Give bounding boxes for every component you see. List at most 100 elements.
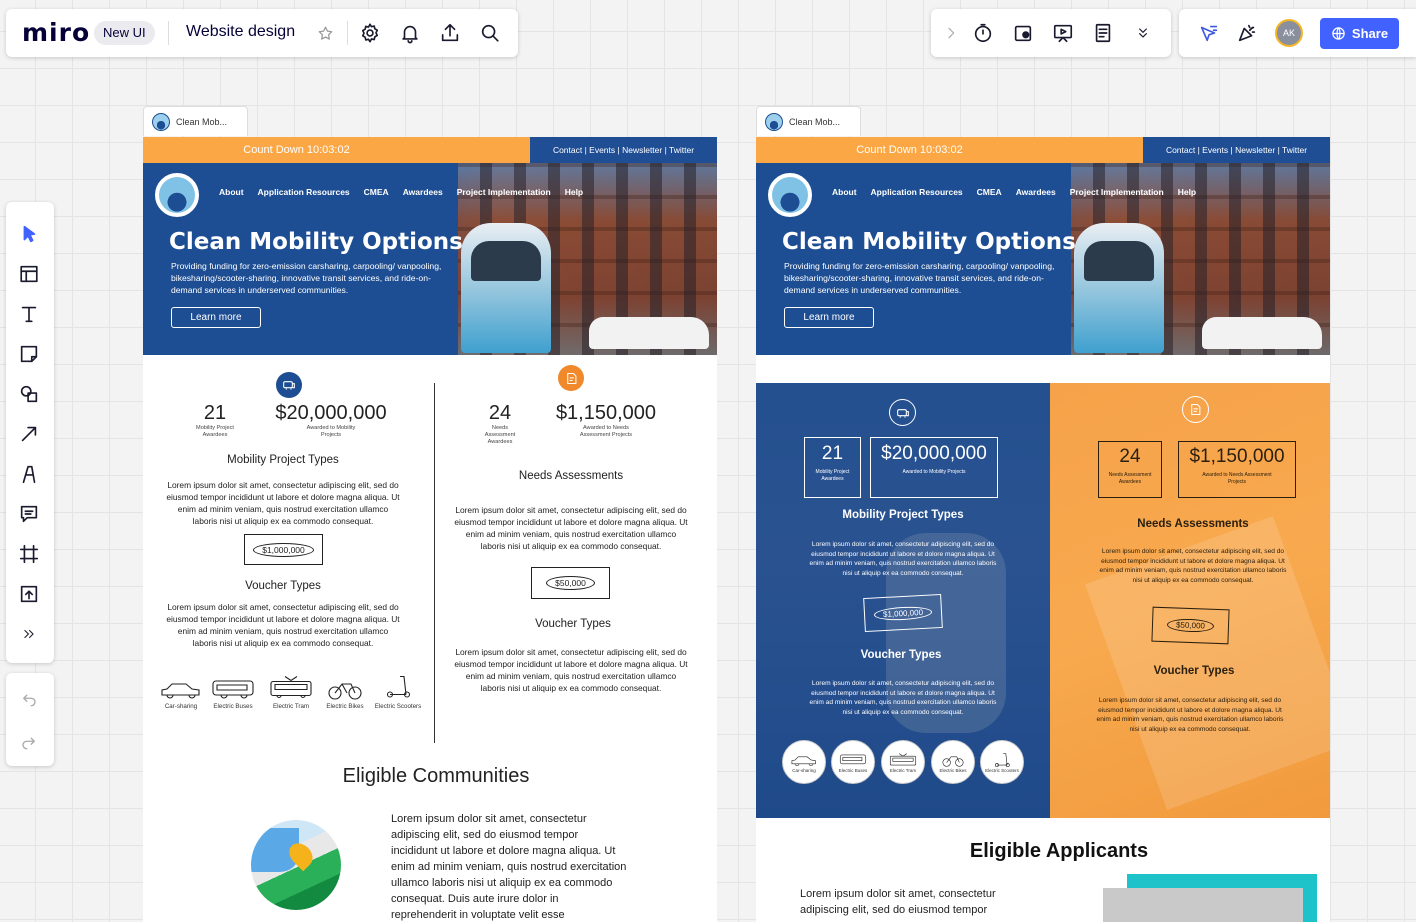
learn-more-button[interactable]: Learn more bbox=[171, 307, 261, 328]
section-title-large: Eligible Communities bbox=[342, 765, 530, 787]
website-frame-light[interactable]: Count Down 10:03:02 Contact | Events | N… bbox=[143, 137, 717, 922]
nav-help[interactable]: Help bbox=[1178, 187, 1196, 197]
share-button[interactable]: Share bbox=[1320, 18, 1399, 49]
money-graphic: $50,000 bbox=[1151, 606, 1230, 645]
miro-logo[interactable]: miro bbox=[22, 18, 90, 47]
bike-icon bbox=[942, 756, 964, 767]
text-icon[interactable] bbox=[15, 300, 43, 328]
bell-icon[interactable] bbox=[396, 19, 424, 47]
table-icon[interactable] bbox=[15, 260, 43, 288]
stat-caption: Needs Assessment Awardees bbox=[484, 425, 516, 445]
frame-tab-label: Clean Mob... bbox=[789, 116, 841, 127]
section-text: Lorem ipsum dolor sit amet, consectetur … bbox=[1096, 697, 1284, 733]
vehicle-label: Car-sharing bbox=[792, 767, 816, 773]
upload-icon[interactable] bbox=[15, 580, 43, 608]
nav-about[interactable]: About bbox=[219, 187, 244, 197]
vehicle-label: Electric Tram bbox=[272, 703, 310, 710]
timer-icon[interactable] bbox=[969, 19, 997, 47]
money-amount: $50,000 bbox=[1166, 618, 1215, 633]
nav-cmea[interactable]: CMEA bbox=[977, 187, 1002, 197]
money-amount: $50,000 bbox=[546, 576, 595, 590]
star-icon[interactable] bbox=[311, 19, 339, 47]
nav-awardees[interactable]: Awardees bbox=[1016, 187, 1056, 197]
more-icon[interactable] bbox=[15, 620, 43, 648]
stat-caption: Mobility Project Awardees bbox=[815, 469, 850, 482]
document-icon bbox=[1182, 396, 1209, 423]
nav-awardees[interactable]: Awardees bbox=[403, 187, 443, 197]
stat-value: $20,000,000 bbox=[275, 402, 387, 424]
nav-about[interactable]: About bbox=[832, 187, 857, 197]
search-icon[interactable] bbox=[476, 19, 504, 47]
vehicle-label: Electric Bikes bbox=[326, 703, 364, 710]
tram-icon bbox=[270, 676, 312, 699]
gear-icon[interactable] bbox=[356, 19, 384, 47]
nav-cmea[interactable]: CMEA bbox=[364, 187, 389, 197]
present-icon[interactable] bbox=[1049, 19, 1077, 47]
upload-icon[interactable] bbox=[436, 19, 464, 47]
countdown-text: Count Down 10:03:02 bbox=[243, 144, 350, 156]
site-logo[interactable] bbox=[153, 171, 201, 219]
website-frame-colored[interactable]: Count Down 10:03:02 Contact | Events | N… bbox=[756, 137, 1330, 922]
vehicle-electric-tram: Electric Tram bbox=[267, 672, 315, 710]
hero-text: Providing funding for zero-emission cars… bbox=[171, 261, 442, 295]
vehicle-label: Electric Tram bbox=[889, 767, 917, 773]
redo-icon[interactable] bbox=[15, 728, 43, 756]
site-nav: About Application Resources CMEA Awardee… bbox=[832, 187, 1196, 197]
new-ui-badge[interactable]: New UI bbox=[94, 21, 155, 45]
frame-thumbnail-icon bbox=[152, 112, 170, 131]
nav-application-resources[interactable]: Application Resources bbox=[258, 187, 350, 197]
nav-application-resources[interactable]: Application Resources bbox=[871, 187, 963, 197]
board-settings-icon[interactable] bbox=[1009, 19, 1037, 47]
top-links[interactable]: Contact | Events | Newsletter | Twitter bbox=[530, 137, 717, 163]
nav-project-implementation[interactable]: Project Implementation bbox=[457, 187, 551, 197]
divider bbox=[168, 21, 169, 45]
frame-icon[interactable] bbox=[15, 540, 43, 568]
chevron-right-icon[interactable] bbox=[937, 19, 965, 47]
top-tools-toolbar bbox=[931, 9, 1171, 57]
celebrate-icon[interactable] bbox=[1233, 19, 1261, 47]
frame-tab[interactable]: Clean Mob... bbox=[756, 106, 861, 136]
stat-caption: Mobility Project Awardees bbox=[196, 425, 234, 438]
shapes-icon[interactable] bbox=[15, 380, 43, 408]
money-amount: $1,000,000 bbox=[253, 542, 314, 557]
section-title: Voucher Types bbox=[1153, 665, 1235, 677]
vehicle-electric-scooters: Electric Scooters bbox=[371, 672, 425, 710]
vehicle-electric-tram: Electric Tram bbox=[881, 740, 925, 784]
board-title[interactable]: Website design bbox=[186, 23, 295, 41]
stat-caption: Awarded to Needs Assessment Projects bbox=[1202, 472, 1272, 485]
vehicle-electric-bikes: Electric Bikes bbox=[321, 677, 369, 710]
frame-tab[interactable]: Clean Mob... bbox=[143, 106, 248, 136]
section-text: Lorem ipsum dolor sit amet, consectetur … bbox=[809, 680, 997, 716]
reactions-cursor-icon[interactable] bbox=[1195, 19, 1223, 47]
stat-awardees: 24 Needs Assessment Awardees bbox=[478, 402, 522, 446]
stat-awardees: 21 Mobility Project Awardees bbox=[193, 402, 237, 439]
undo-icon[interactable] bbox=[15, 685, 43, 713]
double-chevron-down-icon[interactable] bbox=[1129, 19, 1157, 47]
vehicle-label: Car-sharing bbox=[164, 703, 198, 710]
learn-more-button[interactable]: Learn more bbox=[784, 307, 874, 328]
top-left-toolbar: miro New UI Website design bbox=[6, 9, 518, 57]
vehicle-label: Electric Scooters bbox=[985, 767, 1019, 773]
avatar-initials: AK bbox=[1282, 28, 1295, 38]
nav-help[interactable]: Help bbox=[565, 187, 583, 197]
hero-title: Clean Mobility Options bbox=[782, 229, 1076, 255]
section-text: Lorem ipsum dolor sit amet, consectetur … bbox=[454, 647, 688, 693]
comment-icon[interactable] bbox=[15, 500, 43, 528]
section-text: Lorem ipsum dolor sit amet, consectetur … bbox=[166, 480, 400, 526]
column-divider bbox=[434, 383, 435, 743]
select-icon[interactable] bbox=[15, 220, 43, 248]
sticky-note-icon[interactable] bbox=[15, 340, 43, 368]
vehicle-label: Electric Scooters bbox=[374, 703, 422, 710]
notes-icon[interactable] bbox=[1089, 19, 1117, 47]
arrow-icon[interactable] bbox=[15, 420, 43, 448]
stat-value: 21 bbox=[821, 443, 844, 464]
nav-project-implementation[interactable]: Project Implementation bbox=[1070, 187, 1164, 197]
frame-thumbnail-icon bbox=[765, 112, 783, 131]
map-pin-icon bbox=[251, 820, 341, 910]
site-logo[interactable] bbox=[766, 171, 814, 219]
top-links[interactable]: Contact | Events | Newsletter | Twitter bbox=[1143, 137, 1330, 163]
globe-icon bbox=[1332, 27, 1345, 40]
avatar[interactable]: AK bbox=[1275, 19, 1303, 47]
pen-icon[interactable] bbox=[15, 460, 43, 488]
money-graphic: $1,000,000 bbox=[244, 534, 323, 565]
